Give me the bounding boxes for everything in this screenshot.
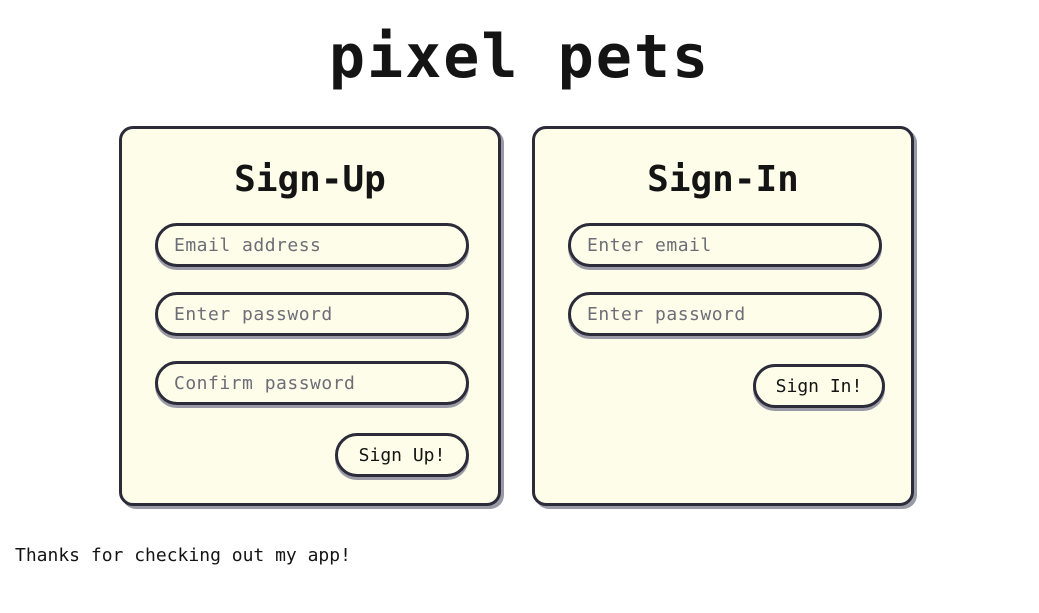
signup-card: Sign-Up Sign Up! xyxy=(119,126,501,506)
app-title: pixel pets xyxy=(328,22,711,92)
footer-text: Thanks for checking out my app! xyxy=(15,545,351,566)
signin-card: Sign-In Sign In! xyxy=(532,126,914,506)
sign-in-button[interactable]: Sign In! xyxy=(753,364,885,408)
signin-email-input[interactable] xyxy=(568,223,882,267)
signup-password-input[interactable] xyxy=(155,292,469,336)
signup-email-input[interactable] xyxy=(155,223,469,267)
signup-confirm-password-input[interactable] xyxy=(155,361,469,405)
sign-up-button[interactable]: Sign Up! xyxy=(335,433,469,477)
signin-title: Sign-In xyxy=(647,159,799,200)
signup-title: Sign-Up xyxy=(234,159,386,200)
signin-password-input[interactable] xyxy=(568,292,882,336)
